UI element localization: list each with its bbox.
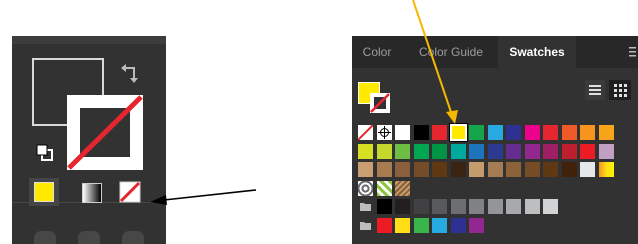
swatch-color[interactable]	[542, 124, 559, 141]
swatch-folder-icon[interactable]	[357, 216, 374, 234]
swatch-pattern[interactable]	[375, 179, 393, 197]
swatch-color[interactable]	[412, 216, 430, 234]
color-mode-button[interactable]	[29, 178, 59, 206]
swatch-color[interactable]	[597, 142, 615, 160]
swatch-color[interactable]	[560, 161, 578, 178]
stroke-swatch-none[interactable]	[67, 95, 143, 170]
swatch-color[interactable]	[486, 161, 504, 178]
panel-top-strip	[12, 36, 166, 44]
swatch-color[interactable]	[357, 161, 374, 178]
swap-fill-stroke-icon[interactable]	[120, 62, 142, 86]
swatch-color[interactable]	[449, 142, 467, 160]
swatch-color[interactable]	[431, 161, 448, 178]
swatch-color[interactable]	[560, 142, 578, 160]
none-mode-icon	[119, 181, 141, 203]
swatch-pattern[interactable]	[394, 179, 411, 197]
swatch-color[interactable]	[560, 124, 578, 141]
swatch-color[interactable]	[357, 142, 374, 160]
swatch-color[interactable]	[449, 198, 467, 215]
swatch-color[interactable]	[505, 198, 522, 215]
gradient-mode-button[interactable]	[77, 179, 107, 207]
swatch-color[interactable]	[579, 161, 596, 178]
swatch-color[interactable]	[412, 161, 430, 178]
swatch-color[interactable]	[412, 142, 430, 160]
swatch-color[interactable]	[505, 124, 522, 141]
swatch-color[interactable]	[394, 142, 411, 160]
swatch-none[interactable]	[357, 124, 374, 141]
swatch-pattern[interactable]	[357, 179, 374, 197]
swatch-color[interactable]	[375, 198, 393, 215]
swatch-color[interactable]	[449, 216, 467, 234]
swatch-color[interactable]	[412, 124, 430, 141]
none-mode-button[interactable]	[115, 178, 145, 206]
swatch-color[interactable]	[542, 161, 559, 178]
swatch-color[interactable]	[523, 198, 541, 215]
swatch-color[interactable]	[542, 142, 559, 160]
grid-view-icon[interactable]	[609, 80, 631, 100]
swatch-color[interactable]	[542, 198, 559, 215]
swatch-color[interactable]	[431, 198, 448, 215]
swatches-panel: Color Color Guide Swatches	[352, 36, 638, 244]
draw-mode-button[interactable]	[122, 231, 144, 244]
swatch-selected-yellow[interactable]	[448, 123, 468, 142]
swatch-registration-icon[interactable]	[375, 124, 393, 141]
swatch-color[interactable]	[412, 198, 430, 215]
swatch-color[interactable]	[468, 216, 485, 234]
swatch-color[interactable]	[468, 124, 485, 141]
tab-swatches[interactable]: Swatches	[498, 36, 576, 68]
swatch-color[interactable]	[449, 161, 467, 178]
swatch-color[interactable]	[486, 124, 504, 141]
swatch-color[interactable]	[523, 161, 541, 178]
tab-color[interactable]: Color	[352, 36, 402, 68]
current-stroke-swatch[interactable]	[370, 93, 390, 113]
swatch-gradient[interactable]	[597, 161, 615, 178]
annotation-arrow-black	[163, 189, 257, 201]
draw-mode-button[interactable]	[34, 231, 56, 244]
panel-tab-bar: Color Color Guide Swatches	[352, 36, 638, 68]
swatch-color[interactable]	[579, 124, 596, 141]
swatch-color[interactable]	[375, 216, 393, 234]
swatch-color[interactable]	[431, 124, 448, 141]
swatch-color[interactable]	[394, 216, 411, 234]
swatch-color[interactable]	[394, 124, 411, 141]
swatch-color[interactable]	[394, 161, 411, 178]
swatch-color[interactable]	[468, 142, 485, 160]
list-view-icon[interactable]	[585, 80, 605, 100]
swatch-color[interactable]	[523, 124, 541, 141]
swatch-color[interactable]	[505, 142, 522, 160]
default-fill-stroke-icon[interactable]	[36, 144, 54, 162]
swatch-color[interactable]	[523, 142, 541, 160]
draw-mode-button[interactable]	[78, 231, 100, 244]
tools-fill-stroke-panel	[12, 36, 166, 244]
hamburger-menu-icon[interactable]	[629, 46, 636, 58]
swatch-color[interactable]	[394, 198, 411, 215]
swatch-color[interactable]	[468, 198, 485, 215]
swatch-color[interactable]	[431, 216, 448, 234]
swatch-color[interactable]	[468, 161, 485, 178]
swatch-color[interactable]	[431, 142, 448, 160]
swatch-color[interactable]	[579, 142, 596, 160]
swatch-color[interactable]	[375, 161, 393, 178]
swatch-folder-icon[interactable]	[357, 198, 374, 215]
gradient-mode-icon	[82, 183, 102, 203]
color-mode-icon	[34, 182, 54, 202]
swatch-color[interactable]	[505, 161, 522, 178]
swatch-color[interactable]	[486, 198, 504, 215]
swatch-color[interactable]	[486, 142, 504, 160]
swatch-color[interactable]	[375, 142, 393, 160]
swatch-color[interactable]	[597, 124, 615, 141]
tab-color-guide[interactable]: Color Guide	[408, 36, 494, 68]
